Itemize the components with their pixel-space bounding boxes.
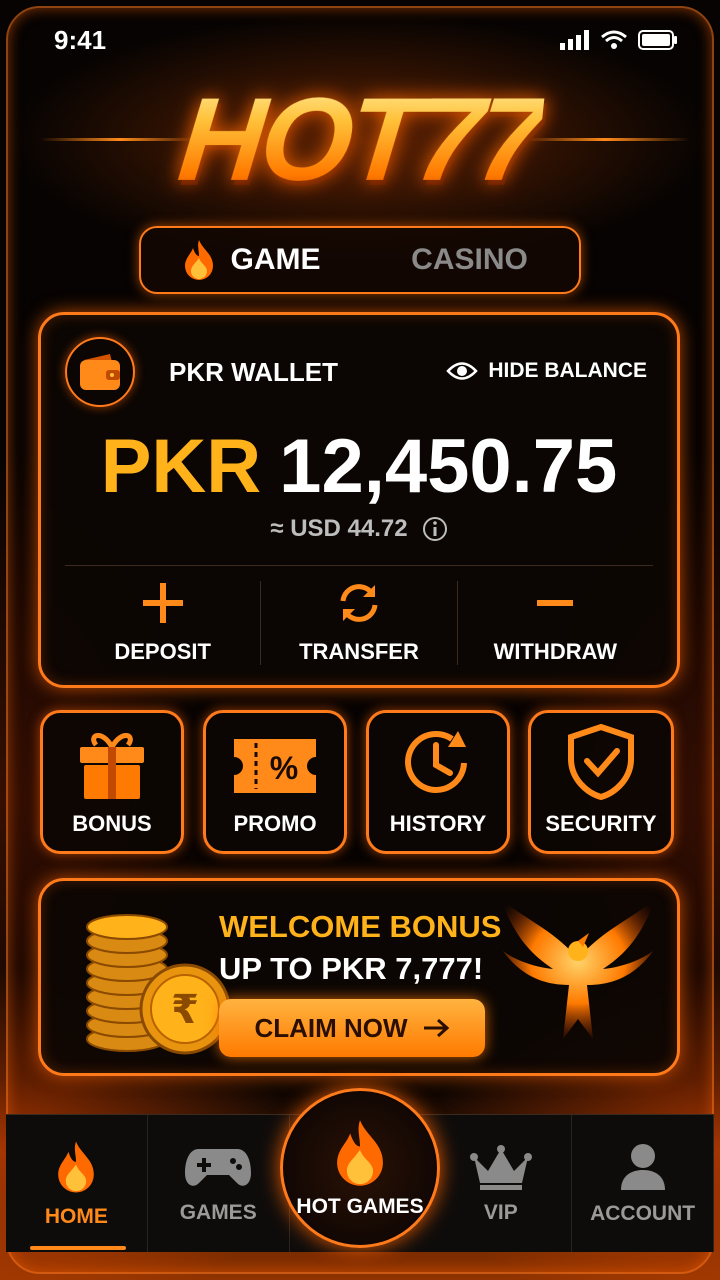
transfer-label: TRANSFER <box>299 639 419 664</box>
wallet-title: PKR WALLET <box>169 357 338 387</box>
app-logo: HOT77 <box>0 70 720 210</box>
wifi-icon <box>601 30 627 49</box>
bonus-button[interactable]: BONUS <box>40 710 184 854</box>
nav-vip-label: VIP <box>483 1200 518 1224</box>
transfer-button[interactable]: TRANSFER <box>261 581 458 665</box>
nav-account[interactable]: ACCOUNT <box>572 1115 714 1252</box>
banner-subtitle: UP TO PKR 7,777! <box>219 951 484 986</box>
wallet-actions: DEPOSIT TRANSFER WITHDRAW <box>65 581 653 665</box>
security-label: SECURITY <box>545 811 657 836</box>
promo-label: PROMO <box>233 811 317 836</box>
tab-casino[interactable]: CASINO <box>360 228 579 292</box>
nav-account-label: ACCOUNT <box>590 1201 696 1225</box>
wallet-icon <box>80 354 120 390</box>
withdraw-label: WITHDRAW <box>493 639 618 664</box>
nav-vip[interactable]: VIP <box>430 1115 573 1252</box>
refresh-icon <box>340 584 378 622</box>
balance-amount: PKR 12,450.75 <box>41 423 677 510</box>
nav-games-label: GAMES <box>179 1200 257 1224</box>
active-indicator <box>30 1246 126 1250</box>
withdraw-button[interactable]: WITHDRAW <box>458 581 653 665</box>
bonus-label: BONUS <box>72 811 152 836</box>
phoenix-icon <box>499 897 657 1039</box>
flame-icon <box>58 1141 95 1192</box>
nav-games[interactable]: GAMES <box>148 1115 290 1252</box>
banner-title: WELCOME BONUS <box>219 909 502 944</box>
ticket-icon: % <box>234 739 316 793</box>
history-button[interactable]: HISTORY <box>366 710 510 854</box>
plus-icon <box>142 583 183 623</box>
claim-now-label: CLAIM NOW <box>254 1012 408 1043</box>
eye-icon <box>446 362 479 380</box>
status-bar: 9:41 <box>54 24 678 56</box>
wallet-icon-badge <box>65 337 135 407</box>
deposit-label: DEPOSIT <box>114 639 211 664</box>
gift-icon <box>80 733 144 799</box>
nav-hot-games-label: HOT GAMES <box>296 1195 424 1218</box>
mode-tabs: GAME CASINO <box>139 226 581 294</box>
arrow-right-icon <box>423 1018 449 1038</box>
svg-text:%: % <box>270 750 298 786</box>
divider <box>65 565 653 566</box>
flame-icon <box>337 1120 383 1186</box>
claim-now-button[interactable]: CLAIM NOW <box>219 999 485 1057</box>
user-icon <box>620 1143 665 1190</box>
history-label: HISTORY <box>389 811 487 836</box>
gamepad-icon <box>185 1148 252 1186</box>
coin-symbol: ₹ <box>171 987 199 1033</box>
logo-text: HOT77 <box>172 74 548 206</box>
signal-icon <box>560 30 589 50</box>
promo-button[interactable]: % PROMO <box>203 710 347 854</box>
usd-value: ≈ USD 44.72 <box>270 515 408 542</box>
nav-home-label: HOME <box>44 1204 108 1228</box>
hide-balance-button[interactable]: HIDE BALANCE <box>446 359 647 383</box>
hide-balance-label: HIDE BALANCE <box>488 359 647 382</box>
clock-icon <box>405 730 467 793</box>
welcome-bonus-banner: ₹ WELCOME BONUS UP TO PKR 7,777! CLAIM N… <box>38 878 680 1076</box>
balance-currency: PKR <box>100 424 262 509</box>
info-icon[interactable] <box>422 516 448 542</box>
status-icons <box>560 30 678 50</box>
nav-hot-games[interactable]: HOT GAMES <box>280 1088 440 1248</box>
coin-stack-icon: ₹ <box>86 914 231 1055</box>
wallet-card: PKR WALLET HIDE BALANCE PKR 12,450.75 ≈ U… <box>38 312 680 688</box>
status-time: 9:41 <box>54 24 107 55</box>
nav-home[interactable]: HOME <box>6 1115 148 1252</box>
shield-icon <box>568 723 634 801</box>
security-button[interactable]: SECURITY <box>528 710 674 854</box>
tab-game-label: GAME <box>230 243 321 276</box>
minus-icon <box>537 600 574 606</box>
balance-value: 12,450.75 <box>279 424 618 509</box>
battery-icon <box>638 30 677 50</box>
tab-game[interactable]: GAME <box>141 228 360 292</box>
tab-casino-label: CASINO <box>411 243 528 276</box>
deposit-button[interactable]: DEPOSIT <box>65 581 262 665</box>
crown-icon <box>469 1144 532 1190</box>
flame-icon <box>184 240 213 280</box>
usd-equivalent: ≈ USD 44.72 <box>41 515 677 543</box>
